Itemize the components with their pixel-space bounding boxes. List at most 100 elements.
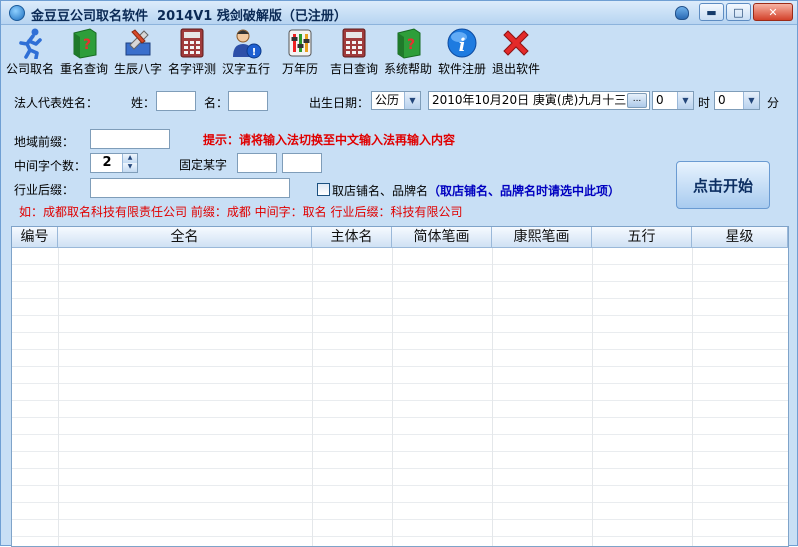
toolbar-label: 系统帮助 bbox=[383, 62, 432, 76]
column-header-kangxi-strokes[interactable]: 康熙笔画 bbox=[492, 227, 592, 248]
date-picker-button[interactable]: ... bbox=[627, 93, 647, 108]
given-name-input[interactable] bbox=[228, 91, 268, 111]
hour-value: 0 bbox=[656, 93, 664, 107]
skin-icon[interactable] bbox=[675, 6, 689, 20]
toolbar-label: 汉字五行 bbox=[221, 62, 270, 76]
toolbar-auspicious-day[interactable]: 吉日查询 bbox=[327, 26, 381, 78]
toolbar: 公司取名 ? 重名查询 生辰八字 名字评测 ! 汉字五行 万年历 吉日查询 ? … bbox=[1, 26, 797, 78]
results-table[interactable]: 编号 全名 主体名 简体笔画 康熙笔画 五行 星级 bbox=[11, 226, 789, 547]
green-book-icon: ? bbox=[68, 27, 100, 59]
store-name-checkbox-label[interactable]: 取店铺名、品牌名（取店铺名、品牌名时请选中此项） bbox=[332, 182, 620, 199]
middle-count-stepper[interactable]: 2 ▲ ▼ bbox=[90, 153, 138, 173]
chevron-down-icon[interactable]: ▼ bbox=[743, 92, 759, 109]
column-divider bbox=[692, 248, 693, 546]
help-book-icon: ? bbox=[392, 27, 424, 59]
window-controls: ▬ □ ✕ bbox=[699, 3, 793, 21]
svg-text:!: ! bbox=[252, 47, 257, 58]
input-method-hint: 提示：请将输入法切换至中文输入法再输入内容 bbox=[203, 133, 456, 147]
store-name-checkbox[interactable] bbox=[317, 183, 330, 196]
toolbar-hanzi-wuxing[interactable]: ! 汉字五行 bbox=[219, 26, 273, 78]
column-divider bbox=[592, 248, 593, 546]
birth-date-label: 出生日期： bbox=[309, 96, 370, 110]
column-header-main-name[interactable]: 主体名 bbox=[312, 227, 392, 248]
surname-label: 姓： bbox=[131, 96, 156, 110]
store-checkbox-note: （取店铺名、品牌名时请选中此项） bbox=[428, 184, 621, 198]
middle-count-value: 2 bbox=[102, 155, 112, 170]
svg-text:?: ? bbox=[407, 37, 415, 53]
minute-value: 0 bbox=[718, 93, 726, 107]
column-header-rating[interactable]: 星级 bbox=[692, 227, 788, 248]
toolbar-name-evaluation[interactable]: 名字评测 bbox=[165, 26, 219, 78]
column-header-wuxing[interactable]: 五行 bbox=[592, 227, 692, 248]
store-checkbox-text: 取店铺名、品牌名 bbox=[332, 184, 429, 198]
stepper-up-button[interactable]: ▲ bbox=[122, 154, 137, 163]
toolbar-exit[interactable]: 退出软件 bbox=[489, 26, 543, 78]
title-bar[interactable]: 金豆豆公司取名软件 2014V1 残剑破解版（已注册） ▬ □ ✕ bbox=[1, 1, 797, 25]
industry-suffix-input[interactable] bbox=[90, 178, 290, 198]
chevron-down-icon[interactable]: ▼ bbox=[404, 92, 420, 109]
minimize-button[interactable]: ▬ bbox=[699, 3, 724, 21]
toolbar-company-naming[interactable]: 公司取名 bbox=[3, 26, 57, 78]
app-window: 金豆豆公司取名软件 2014V1 残剑破解版（已注册） ▬ □ ✕ 公司取名 ?… bbox=[0, 0, 798, 547]
calendar-type-select[interactable]: 公历 ▼ bbox=[371, 91, 421, 110]
column-header-simplified-strokes[interactable]: 简体笔画 bbox=[392, 227, 492, 248]
maximize-button[interactable]: □ bbox=[726, 3, 751, 21]
column-divider bbox=[58, 248, 59, 546]
fixed-char-label: 固定某字 bbox=[179, 158, 228, 172]
given-name-label: 名： bbox=[204, 96, 229, 110]
toolbar-label: 生辰八字 bbox=[113, 62, 162, 76]
surname-input[interactable] bbox=[156, 91, 196, 111]
toolbar-label: 软件注册 bbox=[437, 62, 486, 76]
app-logo-icon bbox=[9, 5, 25, 21]
runner-icon bbox=[14, 27, 46, 59]
window-title: 金豆豆公司取名软件 2014V1 残剑破解版（已注册） bbox=[31, 9, 347, 24]
industry-suffix-label: 行业后缀： bbox=[14, 183, 75, 197]
toolbar-label: 退出软件 bbox=[491, 62, 540, 76]
birth-date-value: 2010年10月20日 庚寅(虎)九月十三 bbox=[432, 93, 627, 107]
toolbar-label: 公司取名 bbox=[5, 62, 54, 76]
column-divider bbox=[392, 248, 393, 546]
column-header-id[interactable]: 编号 bbox=[12, 227, 58, 248]
close-button[interactable]: ✕ bbox=[753, 3, 793, 21]
start-button[interactable]: 点击开始 bbox=[676, 161, 770, 209]
calendar-type-value: 公历 bbox=[375, 93, 400, 107]
minute-select[interactable]: 0 ▼ bbox=[714, 91, 760, 110]
legal-rep-label: 法人代表姓名： bbox=[14, 96, 99, 110]
column-divider bbox=[312, 248, 313, 546]
toolbar-system-help[interactable]: ? 系统帮助 bbox=[381, 26, 435, 78]
fixed-char-input-1[interactable] bbox=[237, 153, 277, 173]
svg-text:?: ? bbox=[83, 37, 91, 53]
tools-icon bbox=[122, 27, 154, 59]
calculator-icon bbox=[176, 27, 208, 59]
chevron-down-icon[interactable]: ▼ bbox=[677, 92, 693, 109]
toolbar-duplicate-check[interactable]: ? 重名查询 bbox=[57, 26, 111, 78]
example-text: 如：成都取名科技有限责任公司 前缀：成都 中间字：取名 行业后缀：科技有限公司 bbox=[19, 205, 463, 219]
stepper-down-button[interactable]: ▼ bbox=[122, 163, 137, 172]
fixed-char-input-2[interactable] bbox=[282, 153, 322, 173]
calculator-icon bbox=[338, 27, 370, 59]
toolbar-software-register[interactable]: i 软件注册 bbox=[435, 26, 489, 78]
toolbar-label: 重名查询 bbox=[59, 62, 108, 76]
table-body bbox=[12, 248, 788, 546]
stepper-buttons: ▲ ▼ bbox=[122, 154, 137, 172]
toolbar-label: 名字评测 bbox=[167, 62, 216, 76]
table-header: 编号 全名 主体名 简体笔画 康熙笔画 五行 星级 bbox=[12, 227, 788, 248]
info-icon: i bbox=[446, 27, 478, 59]
middle-count-label: 中间字个数： bbox=[14, 159, 87, 173]
birth-date-picker[interactable]: 2010年10月20日 庚寅(虎)九月十三 ... bbox=[428, 91, 650, 110]
minute-label: 分 bbox=[767, 96, 780, 110]
red-x-icon bbox=[500, 27, 532, 59]
person-info-icon: ! bbox=[230, 27, 262, 59]
region-prefix-input[interactable] bbox=[90, 129, 170, 149]
hour-select[interactable]: 0 ▼ bbox=[652, 91, 694, 110]
column-header-full-name[interactable]: 全名 bbox=[58, 227, 312, 248]
column-divider bbox=[492, 248, 493, 546]
toolbar-label: 吉日查询 bbox=[329, 62, 378, 76]
svg-text:i: i bbox=[459, 35, 466, 56]
toolbar-perpetual-calendar[interactable]: 万年历 bbox=[273, 26, 327, 78]
region-prefix-label: 地域前缀： bbox=[14, 135, 75, 149]
toolbar-birth-bazi[interactable]: 生辰八字 bbox=[111, 26, 165, 78]
calendar-sliders-icon bbox=[284, 27, 316, 59]
hour-label: 时 bbox=[698, 96, 711, 110]
toolbar-label: 万年历 bbox=[281, 62, 318, 76]
